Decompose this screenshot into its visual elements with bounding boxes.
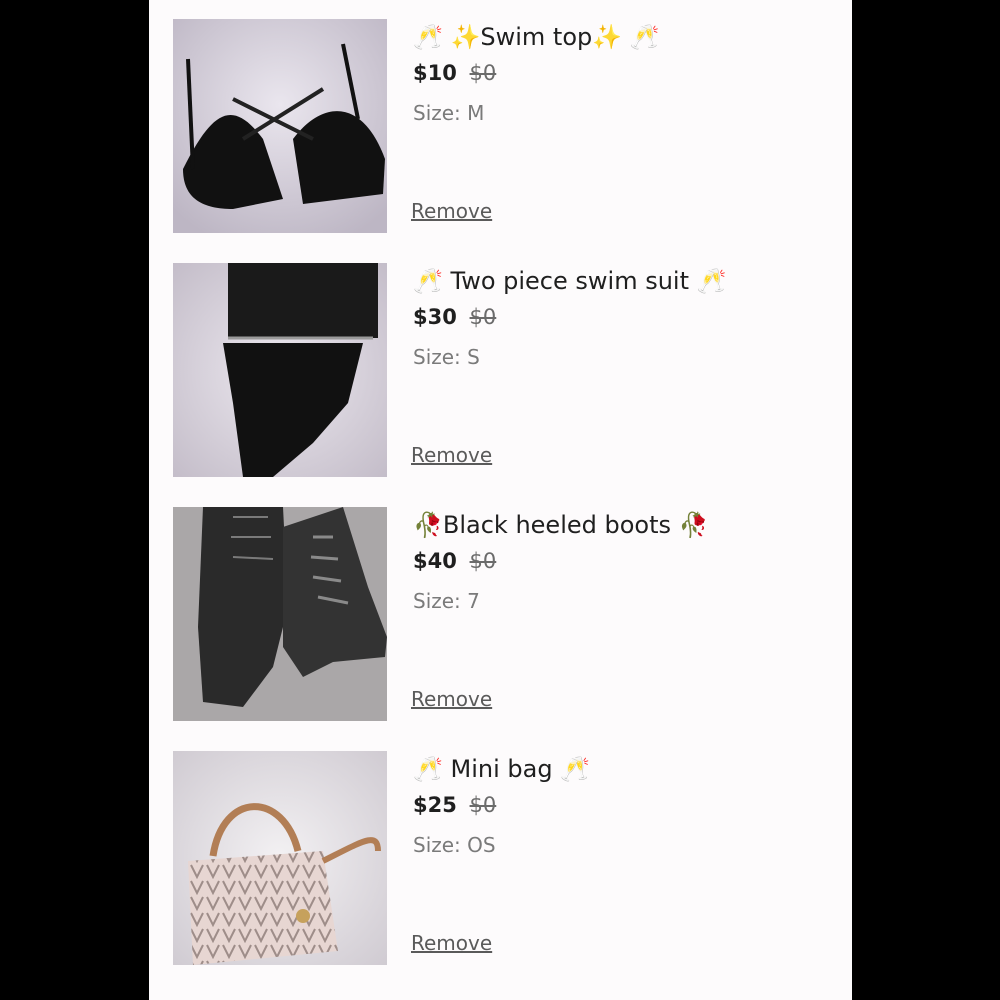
remove-button[interactable]: Remove [411, 197, 492, 225]
product-title[interactable]: 🥂 Mini bag 🥂 [413, 751, 590, 787]
cart-item: 🥂 ✨Swim top✨ 🥂 $10 $0 Size: M Remove [173, 19, 823, 235]
original-price: $0 [469, 549, 497, 573]
remove-button[interactable]: Remove [411, 685, 492, 713]
product-title[interactable]: 🥀Black heeled boots 🥀 [413, 507, 709, 543]
cart-item: 🥀Black heeled boots 🥀 $40 $0 Size: 7 Rem… [173, 507, 823, 723]
size-label: Size: S [413, 345, 480, 369]
price: $25 [413, 793, 457, 817]
price-row: $40 $0 [413, 547, 496, 575]
price-row: $30 $0 [413, 303, 496, 331]
remove-button[interactable]: Remove [411, 929, 492, 957]
product-image-mini-bag[interactable] [173, 751, 387, 965]
price: $40 [413, 549, 457, 573]
product-title[interactable]: 🥂 ✨Swim top✨ 🥂 [413, 19, 660, 55]
price: $30 [413, 305, 457, 329]
price-row: $10 $0 [413, 59, 496, 87]
product-image-swim-top[interactable] [173, 19, 387, 233]
price-row: $25 $0 [413, 791, 496, 819]
size-label: Size: M [413, 101, 485, 125]
original-price: $0 [469, 793, 497, 817]
size-label: Size: OS [413, 833, 496, 857]
original-price: $0 [469, 61, 497, 85]
cart-item: 🥂 Mini bag 🥂 $25 $0 Size: OS Remove [173, 751, 823, 967]
price: $10 [413, 61, 457, 85]
cart-panel: 🥂 ✨Swim top✨ 🥂 $10 $0 Size: M Remove 🥂 T… [149, 0, 852, 1000]
remove-button[interactable]: Remove [411, 441, 492, 469]
product-title[interactable]: 🥂 Two piece swim suit 🥂 [413, 263, 727, 299]
cart-item: 🥂 Two piece swim suit 🥂 $30 $0 Size: S R… [173, 263, 823, 479]
product-image-two-piece-swim-suit[interactable] [173, 263, 387, 477]
original-price: $0 [469, 305, 497, 329]
size-label: Size: 7 [413, 589, 480, 613]
product-image-black-heeled-boots[interactable] [173, 507, 387, 721]
